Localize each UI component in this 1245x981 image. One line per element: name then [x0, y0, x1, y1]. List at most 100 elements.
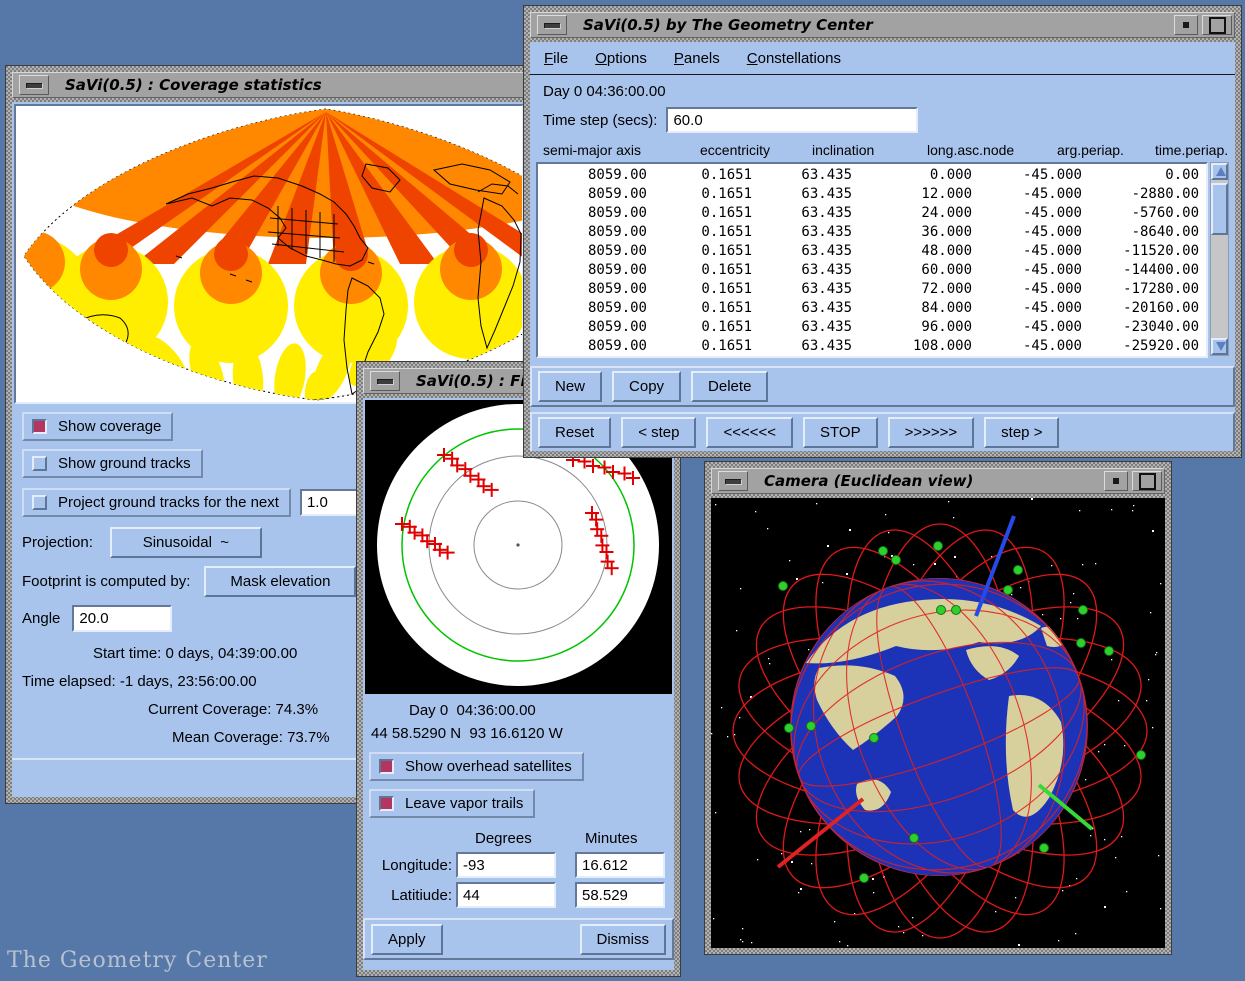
table-row[interactable]: 8059.000.165163.43572.000-45.000-17280.0… — [538, 280, 1206, 299]
vapor-trails-checkbox[interactable]: Leave vapor trails — [369, 789, 535, 818]
checkbox-indicator — [379, 759, 394, 774]
longitude-degrees-input[interactable] — [456, 852, 556, 878]
minimize-icon — [725, 479, 741, 484]
sim-button-row: Reset < step <<<<<< STOP >>>>>> step > — [530, 412, 1235, 451]
latitude-minutes-input[interactable] — [575, 882, 665, 908]
scroll-down-arrow[interactable] — [1211, 338, 1228, 355]
table-row[interactable]: 8059.000.165163.43596.000-45.000-23040.0… — [538, 318, 1206, 337]
menu-panels[interactable]: Panels — [674, 50, 720, 67]
table-cell: 8059.00 — [538, 337, 647, 356]
table-cell: -45.000 — [972, 185, 1082, 204]
table-cell: 8059.00 — [538, 223, 647, 242]
menu-options[interactable]: Options — [595, 50, 647, 67]
delete-button[interactable]: Delete — [691, 371, 768, 402]
table-cell: 0.1651 — [647, 242, 752, 261]
orbit-table-headers: semi-major axiseccentricityinclinationlo… — [536, 142, 1229, 160]
table-cell: 36.000 — [852, 223, 972, 242]
minimize-button[interactable] — [537, 15, 567, 35]
table-cell: 8059.00 — [538, 242, 647, 261]
sinusoidal-map — [16, 106, 522, 402]
table-row[interactable]: 8059.000.165163.43584.000-45.000-20160.0… — [538, 299, 1206, 318]
table-row[interactable]: 8059.000.165163.43512.000-45.000-2880.00 — [538, 185, 1206, 204]
window-title: SaVi(0.5) by The Geometry Center — [583, 16, 1172, 34]
time-step-input[interactable] — [666, 107, 918, 133]
reset-button[interactable]: Reset — [538, 417, 611, 448]
orbit-table-scrollbar[interactable] — [1210, 162, 1229, 356]
scrollbar-thumb[interactable] — [1211, 183, 1228, 235]
table-cell: 0.1651 — [647, 337, 752, 356]
angle-input[interactable] — [72, 605, 172, 632]
table-cell: 63.435 — [752, 223, 852, 242]
checkbox-label: Leave vapor trails — [405, 795, 523, 812]
-step-button[interactable]: < step — [621, 417, 696, 448]
minimize-button[interactable] — [19, 75, 49, 95]
maximize-button[interactable] — [1132, 471, 1162, 491]
minimize-button[interactable] — [370, 371, 400, 391]
table-cell: 24.000 — [852, 204, 972, 223]
table-cell: 0.1651 — [647, 204, 752, 223]
longitude-label: Longitude: — [382, 857, 452, 874]
table-cell: 0.1651 — [647, 299, 752, 318]
camera-titlebar[interactable]: Camera (Euclidean view) — [711, 468, 1165, 494]
checkbox-indicator — [379, 796, 394, 811]
dot-icon — [1183, 22, 1189, 28]
show-overhead-checkbox[interactable]: Show overhead satellites — [369, 752, 584, 781]
earth-3d-view — [711, 498, 1165, 948]
scrollbar-trough[interactable] — [1211, 180, 1228, 338]
--button[interactable]: >>>>>> — [888, 417, 975, 448]
table-cell: 72.000 — [852, 280, 972, 299]
scroll-up-arrow[interactable] — [1211, 163, 1228, 180]
menu-file[interactable]: File — [544, 50, 568, 67]
footprint-optionmenu[interactable]: Mask elevation — [204, 566, 356, 597]
show-coverage-checkbox[interactable]: Show coverage — [22, 412, 173, 441]
table-cell: -5760.00 — [1082, 204, 1199, 223]
table-row[interactable]: 8059.000.165163.43524.000-45.000-5760.00 — [538, 204, 1206, 223]
copy-button[interactable]: Copy — [612, 371, 681, 402]
project-tracks-checkbox[interactable]: Project ground tracks for the next — [22, 488, 291, 517]
fisheye-coords: 44 58.5290 N 93 16.6120 W — [371, 725, 674, 742]
table-row[interactable]: 8059.000.165163.43560.000-45.000-14400.0… — [538, 261, 1206, 280]
table-cell: -11520.00 — [1082, 242, 1199, 261]
menu-constellations[interactable]: Constellations — [747, 50, 841, 67]
table-cell: 96.000 — [852, 318, 972, 337]
projection-optionmenu[interactable]: Sinusoidal ~ — [110, 527, 262, 558]
minimize-icon — [544, 23, 560, 28]
table-cell: -45.000 — [972, 223, 1082, 242]
new-button[interactable]: New — [538, 371, 602, 402]
maximize-button[interactable] — [1202, 15, 1232, 35]
longitude-minutes-input[interactable] — [575, 852, 665, 878]
step--button[interactable]: step > — [984, 417, 1059, 448]
coverage-titlebar[interactable]: SaVi(0.5) : Coverage statistics — [12, 72, 530, 98]
table-cell: -17280.00 — [1082, 280, 1199, 299]
table-cell: 8059.00 — [538, 261, 647, 280]
table-cell: 63.435 — [752, 204, 852, 223]
table-row[interactable]: 8059.000.165163.43536.000-45.000-8640.00 — [538, 223, 1206, 242]
table-cell: 60.000 — [852, 261, 972, 280]
minimize-button[interactable] — [718, 471, 748, 491]
table-cell: 0.1651 — [647, 166, 752, 185]
camera-canvas[interactable] — [711, 498, 1165, 948]
latitude-degrees-input[interactable] — [456, 882, 556, 908]
table-cell: -8640.00 — [1082, 223, 1199, 242]
column-header: arg.periap. — [1057, 142, 1124, 158]
table-cell: 63.435 — [752, 242, 852, 261]
camera-window: Camera (Euclidean view) — [705, 462, 1171, 954]
orbit-table[interactable]: 8059.000.165163.4350.000-45.0000.008059.… — [536, 162, 1208, 358]
stop-button[interactable]: STOP — [803, 417, 878, 448]
table-row[interactable]: 8059.000.165163.4350.000-45.0000.00 — [538, 166, 1206, 185]
--button[interactable]: <<<<<< — [706, 417, 793, 448]
table-row[interactable]: 8059.000.165163.435108.000-45.000-25920.… — [538, 337, 1206, 356]
coverage-map-canvas — [14, 104, 524, 404]
menu-bar: File Options Panels Constellations — [530, 42, 1235, 75]
apply-button[interactable]: Apply — [371, 924, 443, 955]
table-cell: 8059.00 — [538, 204, 647, 223]
time-step-label: Time step (secs): — [543, 112, 657, 129]
table-row[interactable]: 8059.000.165163.43548.000-45.000-11520.0… — [538, 242, 1206, 261]
project-tracks-input[interactable] — [300, 489, 360, 516]
main-titlebar[interactable]: SaVi(0.5) by The Geometry Center — [530, 12, 1235, 38]
iconify-button[interactable] — [1104, 471, 1128, 491]
dismiss-button[interactable]: Dismiss — [580, 924, 667, 955]
iconify-button[interactable] — [1174, 15, 1198, 35]
column-header: semi-major axis — [543, 142, 641, 158]
show-ground-tracks-checkbox[interactable]: Show ground tracks — [22, 449, 203, 478]
